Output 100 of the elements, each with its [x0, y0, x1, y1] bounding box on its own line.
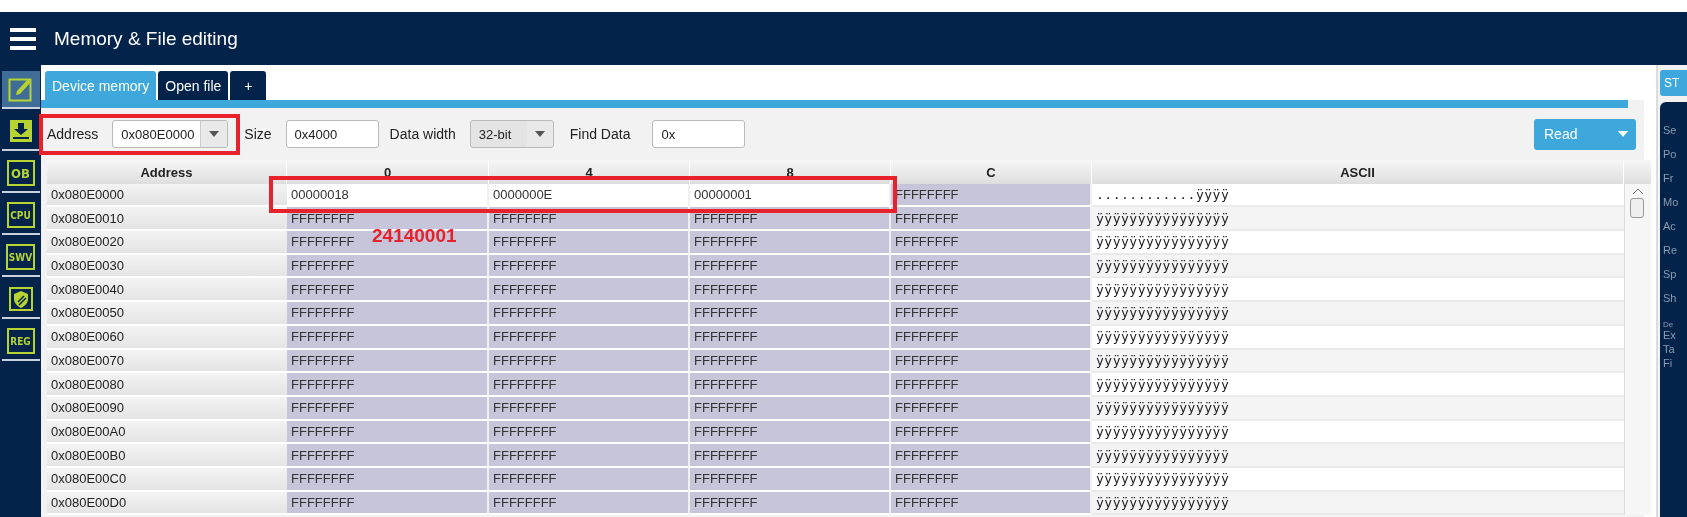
tab[interactable]: Open file: [158, 71, 229, 100]
info-label: Mo: [1663, 196, 1680, 210]
label-icon: CPU: [6, 202, 35, 228]
caret-icon: [1618, 131, 1628, 137]
data-cell: FFFFFFFF: [690, 231, 891, 255]
shield-icon: [8, 287, 33, 311]
data-cell: FFFFFFFF: [489, 444, 690, 468]
caret-icon: [209, 131, 220, 137]
scroll-thumb[interactable]: [1630, 197, 1644, 218]
info-label: Se: [1663, 124, 1678, 138]
data-cell: FFFFFFFF: [891, 396, 1092, 421]
data-cell: FFFFFFFF: [287, 254, 489, 279]
data-cell: FFFFFFFF: [690, 325, 891, 350]
data-cell: FFFFFFFF: [287, 325, 489, 350]
data-cell: FFFFFFFF: [891, 444, 1092, 468]
data-cell: FFFFFFFF: [287, 444, 489, 468]
data-cell: FFFFFFFF: [489, 396, 690, 421]
data-cell: FFFFFFFF: [690, 420, 891, 445]
info-label: Sp: [1663, 268, 1678, 282]
menu-icon[interactable]: [10, 27, 36, 50]
ascii-cell: ÿÿÿÿÿÿÿÿÿÿÿÿÿÿÿÿ: [1092, 467, 1624, 492]
download-icon: [8, 119, 33, 143]
data-cell: FFFFFFFF: [891, 278, 1092, 303]
data-cell: FFFFFFFF: [287, 491, 489, 516]
ascii-cell: ÿÿÿÿÿÿÿÿÿÿÿÿÿÿÿÿ: [1092, 278, 1624, 303]
label-icon: SWV: [5, 244, 36, 270]
tab[interactable]: +: [230, 71, 267, 100]
data-cell: FFFFFFFF: [690, 302, 891, 326]
info-label: Sh: [1663, 292, 1678, 306]
data-cell: FFFFFFFF: [891, 467, 1092, 492]
data-cell: FFFFFFFF: [891, 207, 1092, 232]
data-cell: FFFFFFFF: [690, 349, 891, 374]
info-label: Ex: [1663, 329, 1677, 343]
info-label: Po: [1663, 148, 1678, 162]
info-label: Fi: [1663, 357, 1674, 371]
ascii-cell: ÿÿÿÿÿÿÿÿÿÿÿÿÿÿÿÿ: [1092, 231, 1624, 255]
column-header: [1624, 160, 1651, 185]
data-cell: FFFFFFFF: [287, 420, 489, 445]
data-cell: FFFFFFFF: [489, 349, 690, 374]
data-cell: FFFFFFFF: [690, 278, 891, 303]
data-cell: FFFFFFFF: [690, 396, 891, 421]
data-cell: FFFFFFFF: [287, 373, 489, 397]
sidebar-button[interactable]: [1, 71, 40, 109]
column-header: C: [891, 160, 1092, 185]
data-cell: FFFFFFFF: [489, 302, 690, 326]
data-cell: FFFFFFFF: [489, 325, 690, 350]
column-header: ASCII: [1092, 160, 1624, 185]
ascii-cell: ÿÿÿÿÿÿÿÿÿÿÿÿÿÿÿÿ: [1092, 325, 1624, 350]
data-cell: FFFFFFFF: [489, 373, 690, 397]
data-cell: FFFFFFFF: [489, 420, 690, 445]
data-cell: FFFFFFFF: [287, 302, 489, 326]
data-width-dropdown[interactable]: 32-bit: [469, 120, 554, 148]
page-title: Memory & File editing: [54, 27, 238, 50]
data-cell: 00000001: [690, 183, 891, 208]
field-label: Address: [47, 126, 99, 142]
data-cell: FFFFFFFF: [690, 491, 891, 516]
data-cell: FFFFFFFF: [891, 349, 1092, 374]
data-cell: FFFFFFFF: [287, 278, 489, 303]
info-label: Ta: [1663, 343, 1676, 357]
data-cell: 00000018: [287, 183, 489, 208]
size-input[interactable]: 0x4000: [285, 120, 379, 148]
data-cell: FFFFFFFF: [690, 373, 891, 397]
info-label: De: [1663, 320, 1675, 329]
data-cell: FFFFFFFF: [690, 254, 891, 279]
caret-icon: [534, 131, 545, 137]
data-cell: FFFFFFFF: [690, 467, 891, 492]
ascii-cell: ÿÿÿÿÿÿÿÿÿÿÿÿÿÿÿÿ: [1092, 420, 1624, 445]
data-cell: FFFFFFFF: [891, 231, 1092, 255]
field-label: Data width: [389, 126, 456, 142]
data-cell: FFFFFFFF: [891, 254, 1092, 279]
data-cell: FFFFFFFF: [287, 467, 489, 492]
data-cell: 0000000E: [489, 183, 690, 208]
data-cell: FFFFFFFF: [489, 231, 690, 255]
data-cell: FFFFFFFF: [891, 325, 1092, 350]
column-header: Address: [47, 160, 287, 185]
data-cell: FFFFFFFF: [891, 491, 1092, 516]
edit-icon: [7, 76, 34, 102]
address-cell: 0x080E0000: [47, 183, 287, 208]
ascii-cell: ÿÿÿÿÿÿÿÿÿÿÿÿÿÿÿÿ: [1092, 373, 1624, 397]
data-cell: FFFFFFFF: [489, 491, 690, 516]
data-cell: FFFFFFFF: [489, 467, 690, 492]
data-cell: FFFFFFFF: [287, 349, 489, 374]
scroll-up-icon[interactable]: [1633, 187, 1643, 194]
info-label: Ac: [1663, 220, 1677, 234]
data-cell: FFFFFFFF: [891, 420, 1092, 445]
field-label: Size: [244, 126, 272, 142]
address-combobox[interactable]: 0x080E0000: [112, 120, 229, 148]
scrollbar[interactable]: [1624, 183, 1651, 516]
data-cell: FFFFFFFF: [489, 254, 690, 279]
data-cell: FFFFFFFF: [891, 373, 1092, 397]
label-icon: REG: [6, 328, 35, 354]
data-cell: FFFFFFFF: [489, 278, 690, 303]
field-label: Find Data: [569, 126, 631, 142]
label-icon: OB: [6, 160, 35, 186]
find-data-input[interactable]: 0x: [652, 120, 746, 148]
data-cell: FFFFFFFF: [690, 444, 891, 468]
data-cell: FFFFFFFF: [891, 302, 1092, 326]
ascii-cell: ............ÿÿÿÿ: [1092, 183, 1624, 208]
info-label: Fr: [1663, 172, 1675, 186]
info-label: Re: [1663, 244, 1679, 258]
